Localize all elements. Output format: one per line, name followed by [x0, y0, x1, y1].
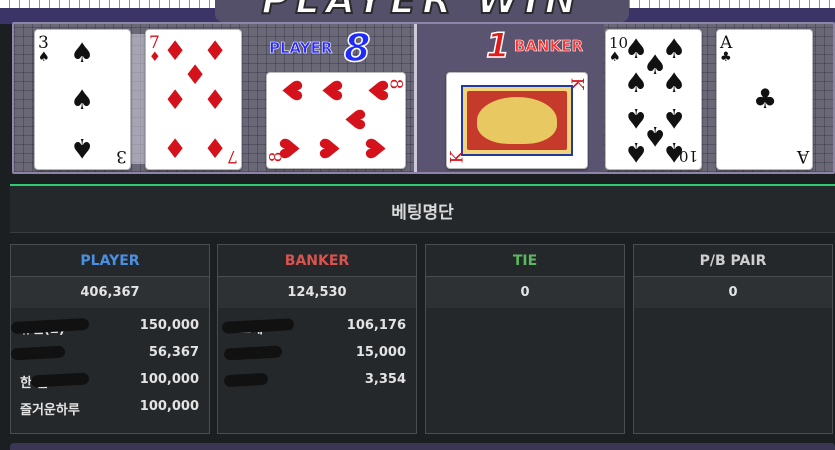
card-rank: A: [796, 146, 809, 166]
card-rank: 10: [678, 147, 698, 165]
card-rank: K: [447, 150, 468, 164]
heart-icon: ♥: [361, 78, 393, 103]
diamond-icon: ♦: [149, 50, 161, 65]
redaction-scribble: [221, 318, 295, 334]
spade-icon: ♠: [70, 85, 95, 116]
bet-row: 유현(2) 150,000: [10, 312, 209, 339]
spade-icon: ♠: [70, 132, 95, 163]
banker-card-3: A ♣ ♣ A: [716, 29, 813, 170]
player-card-1: 3 ♠ ♠ ♠ ♠ 3: [34, 29, 131, 170]
bet-amount: 100,000: [139, 399, 199, 414]
card-rank: 7: [149, 33, 160, 53]
bet-amount: 106,176: [346, 318, 406, 333]
bet-column-pair: P/B PAIR 0: [633, 244, 833, 434]
diamond-icon: ♦: [203, 134, 228, 165]
club-icon: ♣: [753, 84, 778, 115]
spade-icon: ♠: [624, 68, 649, 99]
redaction-scribble: [10, 345, 66, 361]
spade-icon: ♠: [38, 50, 50, 65]
banker-label: BANKER: [514, 37, 584, 56]
heart-icon: ♥: [275, 78, 307, 103]
bet-amount: 3,354: [364, 372, 406, 387]
bet-amount: 56,367: [148, 345, 199, 360]
diamond-icon: ♦: [203, 85, 228, 116]
redaction-scribble: [223, 372, 269, 388]
card-rank: 8: [266, 151, 287, 163]
column-header: P/B PAIR: [634, 245, 832, 277]
betlist-title: 베팅명단: [391, 203, 454, 223]
heart-icon: ♥: [315, 136, 347, 161]
bet-row: 56,367: [10, 339, 209, 366]
card-rank: A: [720, 33, 733, 53]
diamond-icon: ♦: [163, 85, 188, 116]
card-rank: 7: [227, 146, 238, 166]
card-rank: 3: [38, 33, 49, 53]
banker-card-1-sideways: K K: [446, 72, 588, 169]
table-divider: [414, 24, 417, 172]
card-rank: 3: [116, 146, 127, 166]
column-header: PLAYER: [11, 245, 209, 277]
game-table: 3 ♠ ♠ ♠ ♠ 3 7 ♦ ♦ ♦ ♦ ♦ ♦ ♦ ♦ 7 8 ♥ ♥ ♥ …: [12, 22, 835, 174]
bet-column-player: PLAYER 406,367 유현(2) 150,000 56,367 한 근 …: [10, 244, 210, 434]
bet-column-tie: TIE 0: [425, 244, 625, 434]
bettor-name: 즐거운하루: [20, 403, 80, 418]
bet-row: 3,354: [218, 366, 416, 393]
column-total: 0: [634, 277, 832, 308]
result-banner: PLAYER WIN: [215, 0, 629, 22]
heart-icon: ♥: [338, 107, 370, 132]
bet-row: ㅅ도깨 106,176: [218, 312, 416, 339]
heart-icon: ♥: [315, 78, 347, 103]
player-card-3-sideways: 8 ♥ ♥ ♥ ♥ ♥ ♥ ♥ 8: [266, 72, 406, 169]
spade-icon: ♠: [662, 68, 687, 99]
spade-icon: ♠: [609, 50, 621, 65]
bet-amount: 150,000: [139, 318, 199, 333]
column-total: 406,367: [11, 277, 209, 308]
bet-amount: 15,000: [355, 345, 406, 360]
king-face-art: [461, 85, 573, 156]
player-label: PLAYER: [269, 39, 333, 58]
column-total: 124,530: [218, 277, 416, 308]
club-icon: ♣: [720, 50, 732, 65]
spade-icon: ♠: [624, 136, 649, 167]
column-header: BANKER: [218, 245, 416, 277]
bet-row: 한 근 100,000: [11, 366, 209, 393]
spade-icon: ♠: [70, 38, 95, 69]
banker-card-2: 10 ♠ ♠ ♠ ♠ ♠ ♠ ♠ ♠ ♠ ♠ ♠ 10: [605, 29, 702, 170]
player-score: 8: [343, 25, 371, 71]
betlist-header: 베팅명단: [10, 186, 835, 233]
bet-column-banker: BANKER 124,530 ㅅ도깨 106,176 15,000 3,354: [217, 244, 417, 434]
diamond-icon: ♦: [163, 134, 188, 165]
column-header: TIE: [426, 245, 624, 277]
bottom-panel-edge: [10, 443, 835, 450]
player-card-2: 7 ♦ ♦ ♦ ♦ ♦ ♦ ♦ ♦ 7: [145, 29, 242, 170]
bet-row: 즐거운하루 100,000: [11, 393, 209, 420]
baccarat-screen: PLAYER WIN 3 ♠ ♠ ♠ ♠ 3 7 ♦ ♦ ♦ ♦ ♦ ♦ ♦ ♦…: [0, 0, 835, 450]
heart-icon: ♥: [361, 136, 393, 161]
banker-score: 1: [485, 25, 510, 67]
column-total: 0: [426, 277, 624, 308]
bet-amount: 100,000: [139, 372, 199, 387]
redaction-scribble: [30, 372, 90, 388]
bet-row: 15,000: [218, 339, 416, 366]
result-banner-text: PLAYER WIN: [261, 0, 583, 22]
redaction-scribble: [223, 345, 283, 361]
